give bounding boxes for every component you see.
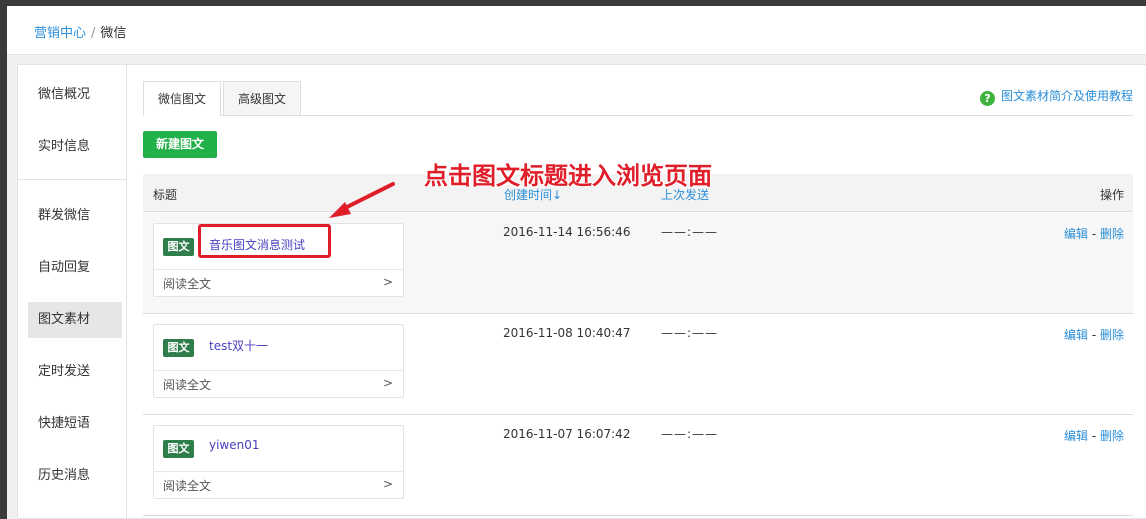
sidebar-item-broadcast[interactable]: 群发微信: [28, 198, 122, 234]
title-highlight-box: [198, 224, 331, 258]
column-actions: 操作: [1099, 188, 1124, 202]
article-title-link[interactable]: yiwen01: [209, 438, 260, 452]
action-separator: -: [1091, 227, 1097, 241]
edit-link[interactable]: 编辑: [1064, 328, 1088, 342]
read-full-link[interactable]: 阅读全文: [163, 275, 211, 292]
main-content: 微信图文 高级图文 ? 图文素材简介及使用教程 新建图文 标题 创建时间↓ 上次发…: [128, 65, 1146, 519]
delete-link[interactable]: 删除: [1100, 328, 1124, 342]
article-type-badge: 图文: [163, 339, 194, 357]
tab-wechat-articles[interactable]: 微信图文: [143, 81, 222, 116]
left-edge-bar: [0, 0, 7, 519]
article-type-badge: 图文: [163, 238, 194, 256]
content-panel: 微信概况 实时信息 群发微信 自动回复 图文素材 定时发送 快捷短语 历史消息 …: [17, 64, 1146, 519]
annotation-arrow-icon: [329, 182, 395, 218]
table-row: 图文 yiwen01 阅读全文 > 2016-11-07 16:07:42 ——…: [143, 415, 1133, 516]
sidebar-item-overview[interactable]: 微信概况: [28, 77, 122, 113]
breadcrumb-root-link[interactable]: 营销中心: [34, 26, 86, 41]
column-title: 标题: [153, 188, 178, 202]
table-row: 图文 test双十一 阅读全文 > 2016-11-08 10:40:47 ——…: [143, 314, 1133, 415]
row-actions: 编辑 - 删除: [1064, 225, 1124, 242]
last-sent-time: ——:——: [661, 326, 719, 340]
sidebar-item-quick-phrases[interactable]: 快捷短语: [28, 406, 122, 442]
edit-link[interactable]: 编辑: [1064, 227, 1088, 241]
read-full-link[interactable]: 阅读全文: [163, 477, 211, 494]
sidebar: 微信概况 实时信息 群发微信 自动回复 图文素材 定时发送 快捷短语 历史消息: [18, 65, 127, 519]
sidebar-item-scheduled[interactable]: 定时发送: [28, 354, 122, 390]
delete-link[interactable]: 删除: [1100, 227, 1124, 241]
sidebar-item-history[interactable]: 历史消息: [28, 458, 122, 494]
last-sent-time: ——:——: [661, 225, 719, 239]
breadcrumb-current: 微信: [100, 26, 127, 41]
action-separator: -: [1091, 429, 1097, 443]
created-time: 2016-11-07 16:07:42: [503, 427, 631, 441]
help-link[interactable]: ? 图文素材简介及使用教程: [979, 87, 1133, 106]
breadcrumb-separator: /: [91, 26, 96, 41]
last-sent-time: ——:——: [661, 427, 719, 441]
row-actions: 编辑 - 删除: [1064, 326, 1124, 343]
article-type-badge: 图文: [163, 440, 194, 458]
chevron-right-icon[interactable]: >: [383, 376, 393, 390]
card-divider: [154, 370, 403, 371]
edit-link[interactable]: 编辑: [1064, 429, 1088, 443]
created-time: 2016-11-14 16:56:46: [503, 225, 631, 239]
created-time: 2016-11-08 10:40:47: [503, 326, 631, 340]
annotation-callout: 点击图文标题进入浏览页面: [424, 162, 712, 190]
read-full-link[interactable]: 阅读全文: [163, 376, 211, 393]
article-title-link[interactable]: test双十一: [209, 337, 268, 354]
sidebar-item-materials[interactable]: 图文素材: [28, 302, 122, 338]
article-card: 图文 test双十一 阅读全文 >: [153, 324, 404, 398]
chevron-right-icon[interactable]: >: [383, 477, 393, 491]
question-icon: ?: [979, 91, 995, 106]
chevron-right-icon[interactable]: >: [383, 275, 393, 289]
article-card: 图文 yiwen01 阅读全文 >: [153, 425, 404, 499]
card-divider: [154, 269, 403, 270]
card-divider: [154, 471, 403, 472]
help-link-text: 图文素材简介及使用教程: [1000, 89, 1133, 103]
breadcrumb: 营销中心 / 微信: [7, 6, 1146, 55]
row-actions: 编辑 - 删除: [1064, 427, 1124, 444]
action-separator: -: [1091, 328, 1097, 342]
sidebar-divider: [18, 179, 127, 180]
sidebar-item-realtime[interactable]: 实时信息: [28, 129, 122, 165]
sidebar-item-auto-reply[interactable]: 自动回复: [28, 250, 122, 286]
tab-advanced-articles[interactable]: 高级图文: [223, 81, 302, 116]
new-article-button[interactable]: 新建图文: [143, 131, 217, 158]
delete-link[interactable]: 删除: [1100, 429, 1124, 443]
